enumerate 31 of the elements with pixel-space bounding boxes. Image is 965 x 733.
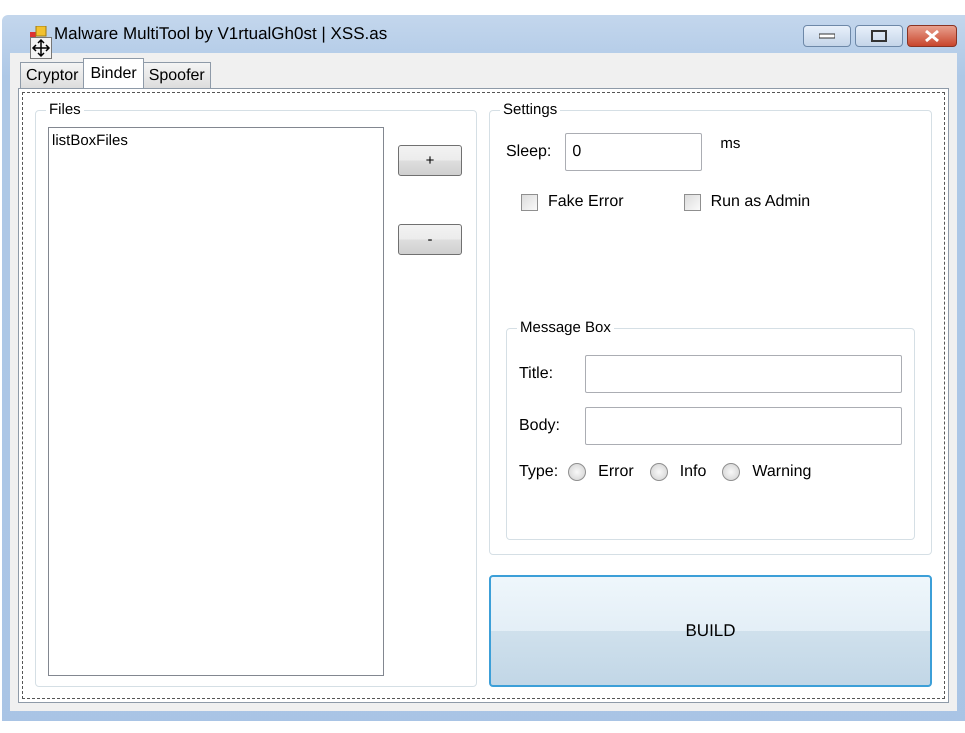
radio-button[interactable]: Warning — [722, 463, 812, 481]
radio-button[interactable]: Error — [568, 463, 634, 481]
group-title: Settings — [500, 101, 560, 119]
tab[interactable]: Cryptor — [20, 62, 84, 88]
field-label: Title: — [519, 365, 554, 383]
move-icon[interactable] — [30, 37, 52, 59]
file-list[interactable]: listBoxFiles — [48, 127, 384, 676]
group-title: Message Box — [517, 319, 614, 337]
radio-button[interactable]: Info — [650, 463, 706, 481]
list-item[interactable]: listBoxFiles — [52, 132, 128, 149]
tab[interactable]: Binder — [83, 58, 144, 88]
maximize-icon — [871, 30, 887, 42]
sleep-label: Sleep: — [506, 143, 552, 161]
window-title: Malware MultiTool by V1rtualGh0st | XSS.as — [54, 24, 388, 44]
remove-button[interactable]: - — [398, 224, 462, 255]
sleep-field[interactable]: 0 — [565, 133, 702, 171]
field-label: Body: — [519, 417, 561, 435]
close-button[interactable] — [907, 25, 957, 47]
tab[interactable]: Spoofer — [142, 62, 211, 88]
close-icon — [924, 29, 940, 43]
type-label: Type: — [519, 463, 558, 481]
add-button[interactable]: + — [398, 145, 462, 176]
minimize-icon — [819, 33, 835, 39]
unit-label: ms — [720, 135, 740, 152]
checkbox[interactable]: Fake Error — [521, 193, 624, 211]
maximize-button[interactable] — [855, 25, 903, 47]
build-button[interactable]: BUILD — [489, 575, 932, 687]
minimize-button[interactable] — [803, 25, 851, 47]
text-field[interactable] — [585, 355, 902, 393]
text-field[interactable] — [585, 407, 902, 445]
checkbox[interactable]: Run as Admin — [684, 193, 810, 211]
